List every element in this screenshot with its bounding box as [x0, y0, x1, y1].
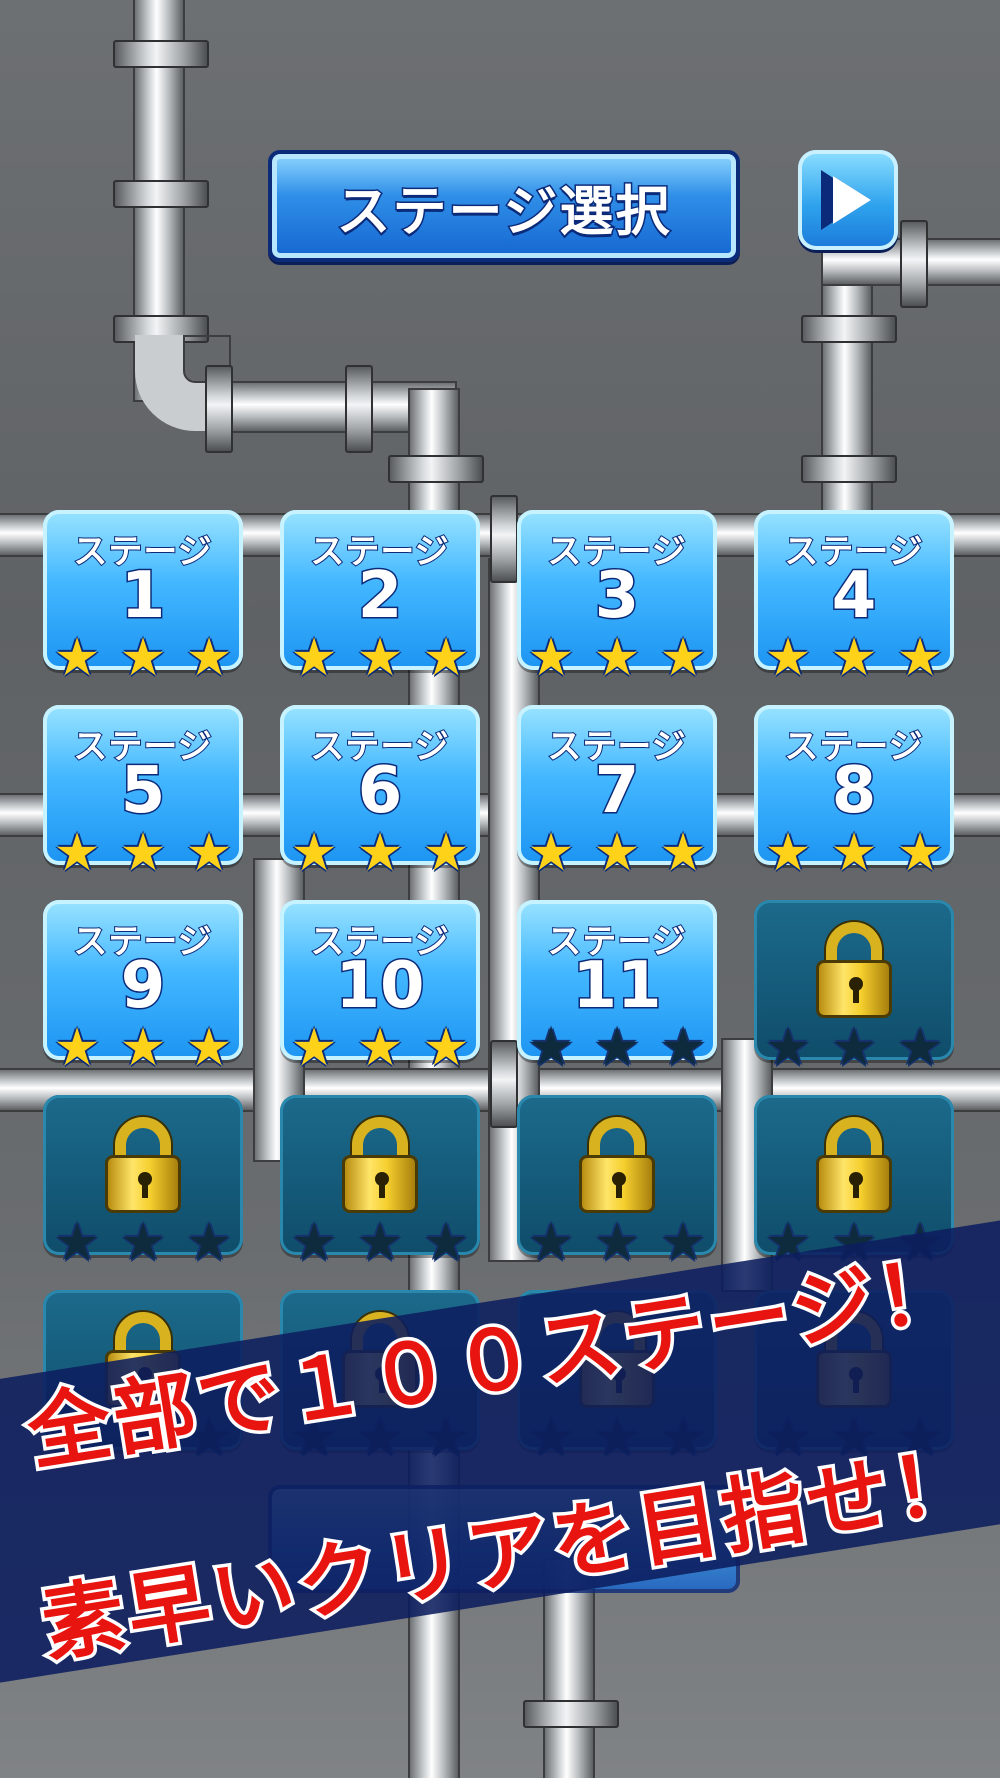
- stage-select-title: ステージ選択: [268, 150, 740, 262]
- star-filled-icon: ★: [830, 628, 878, 688]
- locked-stage-tile[interactable]: ★★★: [43, 1095, 243, 1269]
- star-empty-icon: ★: [422, 1213, 470, 1273]
- star-empty-icon: ★: [593, 1018, 641, 1078]
- stage-number: 10: [334, 949, 426, 1024]
- star-filled-icon: ★: [527, 823, 575, 883]
- stage-tile[interactable]: ステージ 2 ★ ★ ★: [280, 510, 480, 684]
- star-empty-icon: ★: [830, 1018, 878, 1078]
- star-empty-icon: ★: [659, 1018, 707, 1078]
- star-empty-icon: ★: [764, 1018, 812, 1078]
- star-filled-icon: ★: [119, 628, 167, 688]
- star-filled-icon: ★: [290, 1018, 338, 1078]
- star-filled-icon: ★: [593, 823, 641, 883]
- star-rating: ★★★: [756, 827, 952, 879]
- star-rating: ★★★: [45, 1022, 241, 1074]
- stage-tile[interactable]: ステージ 5 ★ ★ ★: [43, 705, 243, 879]
- star-filled-icon: ★: [356, 1018, 404, 1078]
- star-filled-icon: ★: [119, 823, 167, 883]
- star-rating: ★★★: [756, 632, 952, 684]
- game-screen: ステージ選択 ステージ 1 ★ ★ ★ ステージ 2 ★ ★ ★ ステージ 3 ★ ★ ★ ステージ 4 ★ ★ ★ ス…: [0, 0, 1000, 1778]
- star-empty-icon: ★: [53, 1213, 101, 1273]
- stage-tile[interactable]: ステージ 7 ★ ★ ★: [517, 705, 717, 879]
- page-title: ステージ選択: [335, 178, 672, 244]
- stage-tile[interactable]: ステージ 3 ★ ★ ★: [517, 510, 717, 684]
- star-filled-icon: ★: [896, 823, 944, 883]
- star-empty-icon: ★: [290, 1213, 338, 1273]
- locked-stage-tile[interactable]: ★★★: [280, 1095, 480, 1269]
- stage-number: 1: [119, 559, 167, 634]
- star-empty-icon: ★: [185, 1213, 233, 1273]
- stage-tile[interactable]: ステージ 10 ★ ★ ★: [280, 900, 480, 1074]
- locked-stage-tile[interactable]: ★★★: [517, 1095, 717, 1269]
- star-empty-icon: ★: [356, 1213, 404, 1273]
- stage-tile[interactable]: ステージ 4 ★ ★ ★: [754, 510, 954, 684]
- padlock-icon: [579, 1117, 655, 1213]
- star-filled-icon: ★: [53, 1018, 101, 1078]
- star-rating: ★★★: [282, 632, 478, 684]
- star-filled-icon: ★: [53, 823, 101, 883]
- star-filled-icon: ★: [659, 628, 707, 688]
- stage-tile[interactable]: ステージ 9 ★ ★ ★: [43, 900, 243, 1074]
- star-filled-icon: ★: [290, 628, 338, 688]
- stage-number: 11: [571, 949, 663, 1024]
- star-filled-icon: ★: [659, 823, 707, 883]
- star-rating: ★★★: [45, 827, 241, 879]
- play-triangle-icon: [821, 170, 871, 230]
- stage-number: 8: [830, 754, 878, 829]
- star-filled-icon: ★: [527, 628, 575, 688]
- star-filled-icon: ★: [422, 823, 470, 883]
- padlock-icon: [816, 1117, 892, 1213]
- star-filled-icon: ★: [53, 628, 101, 688]
- stage-number: 9: [119, 949, 167, 1024]
- star-filled-icon: ★: [764, 823, 812, 883]
- stage-tile[interactable]: ステージ 1 ★ ★ ★: [43, 510, 243, 684]
- star-filled-icon: ★: [896, 628, 944, 688]
- star-filled-icon: ★: [422, 628, 470, 688]
- star-empty-icon: ★: [119, 1213, 167, 1273]
- padlock-icon: [816, 922, 892, 1018]
- star-rating: ★★★: [519, 1217, 715, 1269]
- locked-stage-tile[interactable]: ★★★: [754, 900, 954, 1074]
- star-rating: ★★★: [519, 1022, 715, 1074]
- star-empty-icon: ★: [593, 1213, 641, 1273]
- stage-tile[interactable]: ステージ 6 ★ ★ ★: [280, 705, 480, 879]
- star-filled-icon: ★: [119, 1018, 167, 1078]
- stage-number: 6: [356, 754, 404, 829]
- star-filled-icon: ★: [593, 628, 641, 688]
- star-filled-icon: ★: [185, 1018, 233, 1078]
- star-empty-icon: ★: [527, 1018, 575, 1078]
- star-empty-icon: ★: [896, 1018, 944, 1078]
- star-rating: ★★★: [282, 1022, 478, 1074]
- stage-number: 3: [593, 559, 641, 634]
- star-rating: ★★★: [519, 632, 715, 684]
- padlock-icon: [342, 1117, 418, 1213]
- stage-tile[interactable]: ステージ 8 ★ ★ ★: [754, 705, 954, 879]
- star-filled-icon: ★: [185, 823, 233, 883]
- next-page-button[interactable]: [798, 150, 898, 250]
- star-filled-icon: ★: [422, 1018, 470, 1078]
- star-rating: ★★★: [282, 827, 478, 879]
- star-filled-icon: ★: [356, 823, 404, 883]
- stage-number: 5: [119, 754, 167, 829]
- stage-number: 2: [356, 559, 404, 634]
- star-rating: ★★★: [45, 1217, 241, 1269]
- star-filled-icon: ★: [830, 823, 878, 883]
- star-rating: ★★★: [756, 1022, 952, 1074]
- star-rating: ★★★: [282, 1217, 478, 1269]
- stage-tile[interactable]: ステージ 11 ★ ★ ★: [517, 900, 717, 1074]
- stage-number: 4: [830, 559, 878, 634]
- star-filled-icon: ★: [356, 628, 404, 688]
- star-filled-icon: ★: [185, 628, 233, 688]
- star-rating: ★★★: [519, 827, 715, 879]
- padlock-icon: [105, 1117, 181, 1213]
- star-filled-icon: ★: [764, 628, 812, 688]
- star-rating: ★★★: [45, 632, 241, 684]
- star-filled-icon: ★: [290, 823, 338, 883]
- stage-number: 7: [593, 754, 641, 829]
- star-empty-icon: ★: [527, 1213, 575, 1273]
